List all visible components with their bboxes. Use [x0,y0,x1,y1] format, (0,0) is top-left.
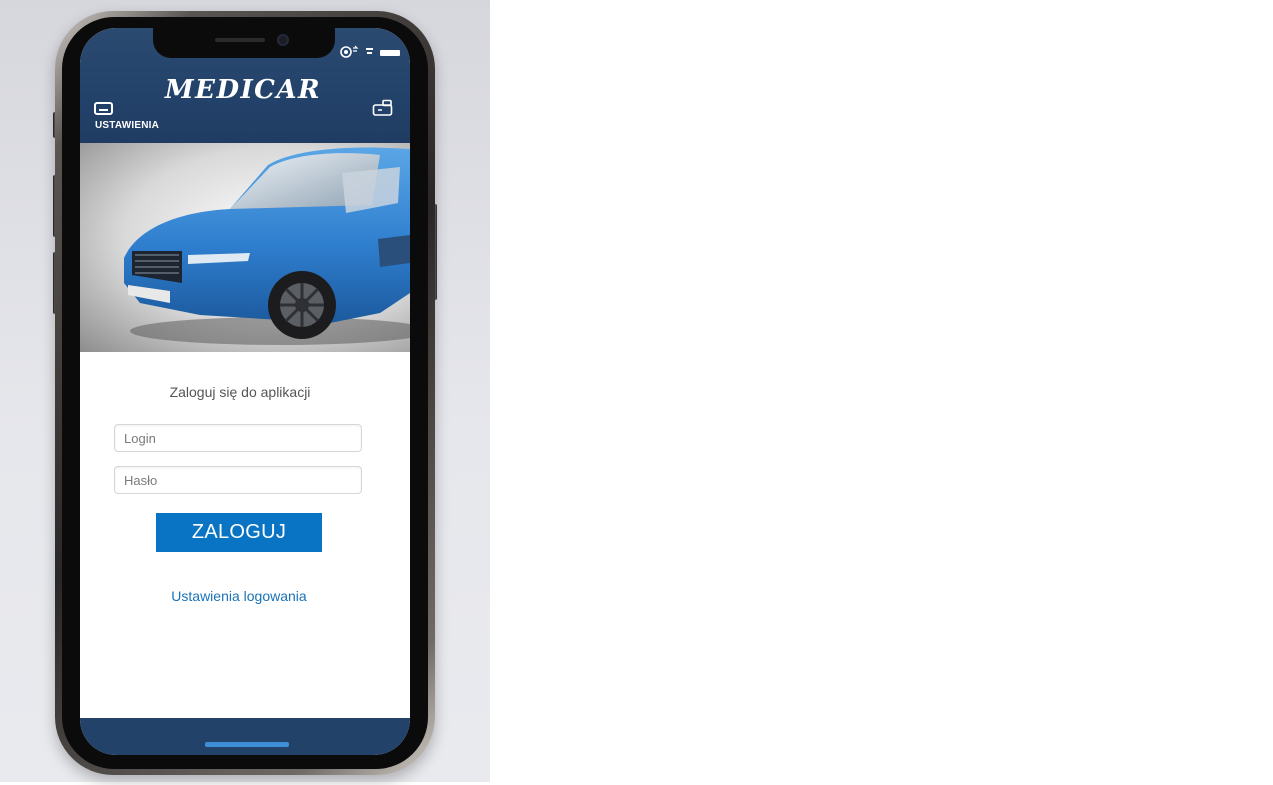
home-indicator[interactable] [205,742,289,747]
card-icon [94,102,113,115]
blue-car-illustration [124,147,410,345]
bottom-bar [80,718,410,755]
login-heading: Zaloguj się do aplikacji [169,384,311,400]
status-bar [340,45,400,58]
login-settings-link[interactable]: Ustawienia logowania [80,588,398,604]
settings-label: USTAWIENIA [95,120,160,131]
app-header: MEDICAR USTAWIENIA [80,28,410,143]
settings-button[interactable]: USTAWIENIA [94,100,164,134]
login-input[interactable] [114,424,362,452]
phone-notch [153,28,335,58]
signal-icon [366,47,373,54]
phone-screen: MEDICAR USTAWIENIA Zaloguj się do aplika… [80,28,410,755]
battery-icon [380,49,400,56]
speaker-grille [215,38,265,42]
login-button[interactable]: ZALOGUJ [156,513,322,552]
password-input[interactable] [114,466,362,494]
cart-icon[interactable] [372,99,394,117]
front-camera [277,34,289,46]
car-photo [80,143,410,352]
sync-icon [340,45,359,58]
